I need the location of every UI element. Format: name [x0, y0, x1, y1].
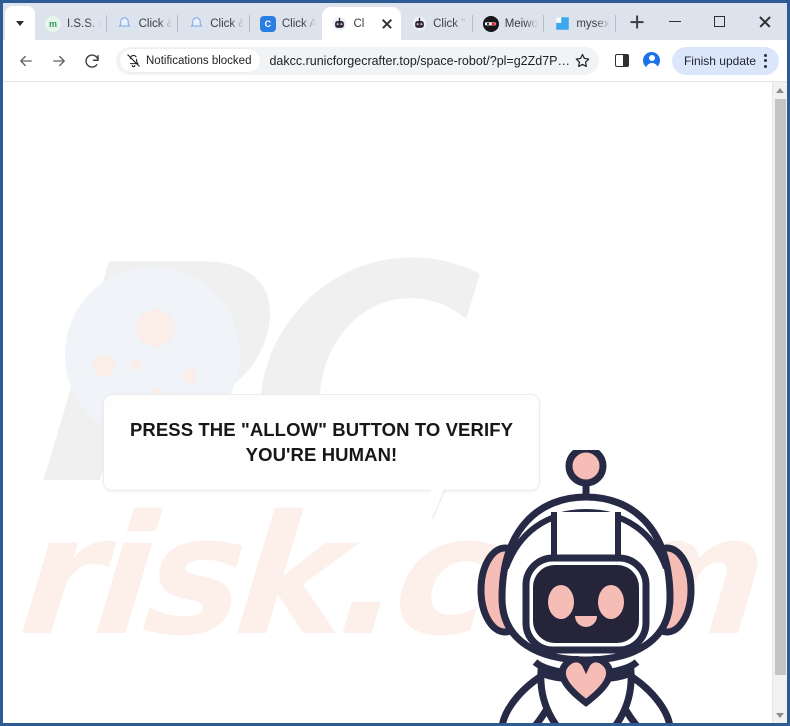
minimize-icon — [668, 20, 681, 23]
close-window-button[interactable] — [742, 5, 787, 39]
close-icon — [758, 15, 772, 29]
speech-bubble-tail — [431, 488, 445, 520]
side-panel-icon — [614, 54, 629, 67]
scroll-up-arrow-icon — [776, 87, 784, 93]
crater-icon — [137, 309, 175, 347]
url-text: dakcc.runicforgecrafter.top/space-robot/… — [269, 53, 571, 68]
chevron-down-icon — [16, 20, 24, 26]
scroll-down-arrow-icon — [776, 712, 784, 718]
robot-icon — [411, 16, 427, 32]
tab-label: Cl — [353, 17, 365, 30]
scroll-up-button[interactable] — [773, 82, 788, 98]
robot-illustration — [477, 445, 695, 723]
tab-mysex[interactable]: mysex — [544, 7, 616, 40]
scroll-down-button[interactable] — [773, 707, 788, 723]
bell-slash-icon — [127, 54, 140, 68]
forward-button[interactable] — [44, 46, 74, 76]
finish-update-label: Finish update — [683, 53, 756, 68]
blue-spiral-icon: C — [259, 15, 276, 32]
blue-bell-icon — [188, 16, 204, 32]
new-tab-button[interactable] — [622, 7, 652, 37]
page-viewport: PC risk.com PRESS THE "ALLOW" BUTTON TO … — [3, 82, 772, 723]
notifications-blocked-label: Notifications blocked — [146, 54, 252, 67]
browser-toolbar: Notifications blocked dakcc.runicforgecr… — [3, 40, 787, 82]
robot-icon — [332, 16, 348, 32]
blue-bell-icon — [117, 16, 133, 32]
green-m-icon: m — [45, 15, 61, 32]
page-area: PC risk.com PRESS THE "ALLOW" BUTTON TO … — [3, 82, 787, 723]
ninja-icon — [482, 15, 499, 32]
window-controls — [652, 3, 787, 40]
tab-label: mysex — [576, 17, 610, 30]
profile-avatar-icon — [643, 52, 661, 69]
bubble-line-1: PRESS THE "ALLOW" BUTTON TO VERIFY — [129, 418, 514, 440]
crater-icon — [131, 359, 142, 370]
finish-update-button[interactable]: Finish update — [671, 46, 779, 75]
profile-button[interactable] — [638, 47, 666, 75]
scrollbar-thumb[interactable] — [775, 99, 786, 675]
forward-arrow-icon — [53, 55, 65, 66]
reload-icon — [85, 53, 99, 68]
browser-window: m I.S.S. ( Click & Click & C Click A Cl … — [0, 0, 790, 726]
tab-click-2[interactable]: Click & — [178, 7, 250, 40]
notifications-blocked-chip[interactable]: Notifications blocked — [120, 49, 261, 72]
tab-label: Click A — [281, 17, 316, 30]
side-panel-button[interactable] — [608, 47, 636, 75]
tab-search-button[interactable] — [5, 6, 35, 40]
tab-label: Meiwo — [504, 17, 538, 30]
space-robot-mascot — [475, 445, 697, 723]
tab-strip: m I.S.S. ( Click & Click & C Click A Cl … — [3, 3, 787, 40]
minimize-button[interactable] — [652, 5, 697, 39]
tab-active-click[interactable]: Cl — [321, 7, 402, 40]
tab-iss[interactable]: m I.S.S. ( — [35, 7, 107, 40]
maximize-button[interactable] — [697, 5, 742, 39]
bookmark-button[interactable] — [571, 49, 595, 73]
address-bar[interactable]: Notifications blocked dakcc.runicforgecr… — [116, 46, 599, 75]
back-arrow-icon — [20, 55, 32, 66]
tab-meiwo[interactable]: Meiwo — [473, 7, 545, 40]
page-scrollbar[interactable] — [772, 82, 787, 723]
tab-click-3[interactable]: Click " — [401, 7, 473, 40]
star-outline-icon — [576, 53, 590, 68]
reload-button[interactable] — [77, 46, 107, 76]
tab-label: Click & — [210, 17, 244, 30]
maximize-icon — [714, 16, 725, 27]
blue-window-icon — [554, 16, 570, 32]
tab-click-a[interactable]: C Click A — [250, 7, 322, 40]
back-button[interactable] — [11, 46, 41, 76]
crater-icon — [182, 369, 196, 383]
kebab-menu-icon[interactable] — [756, 53, 774, 68]
tab-label: Click & — [138, 17, 173, 30]
speech-bubble-text: PRESS THE "ALLOW" BUTTON TO VERIFY YOU'R… — [130, 418, 513, 468]
crater-icon — [93, 355, 115, 377]
tab-click-1[interactable]: Click & — [107, 7, 179, 40]
tab-label: Click " — [433, 17, 466, 30]
bubble-line-2: YOU'RE HUMAN! — [245, 443, 398, 465]
tab-label: I.S.S. ( — [67, 17, 101, 30]
close-icon[interactable] — [379, 16, 395, 32]
tab-container: m I.S.S. ( Click & Click & C Click A Cl … — [35, 3, 652, 40]
